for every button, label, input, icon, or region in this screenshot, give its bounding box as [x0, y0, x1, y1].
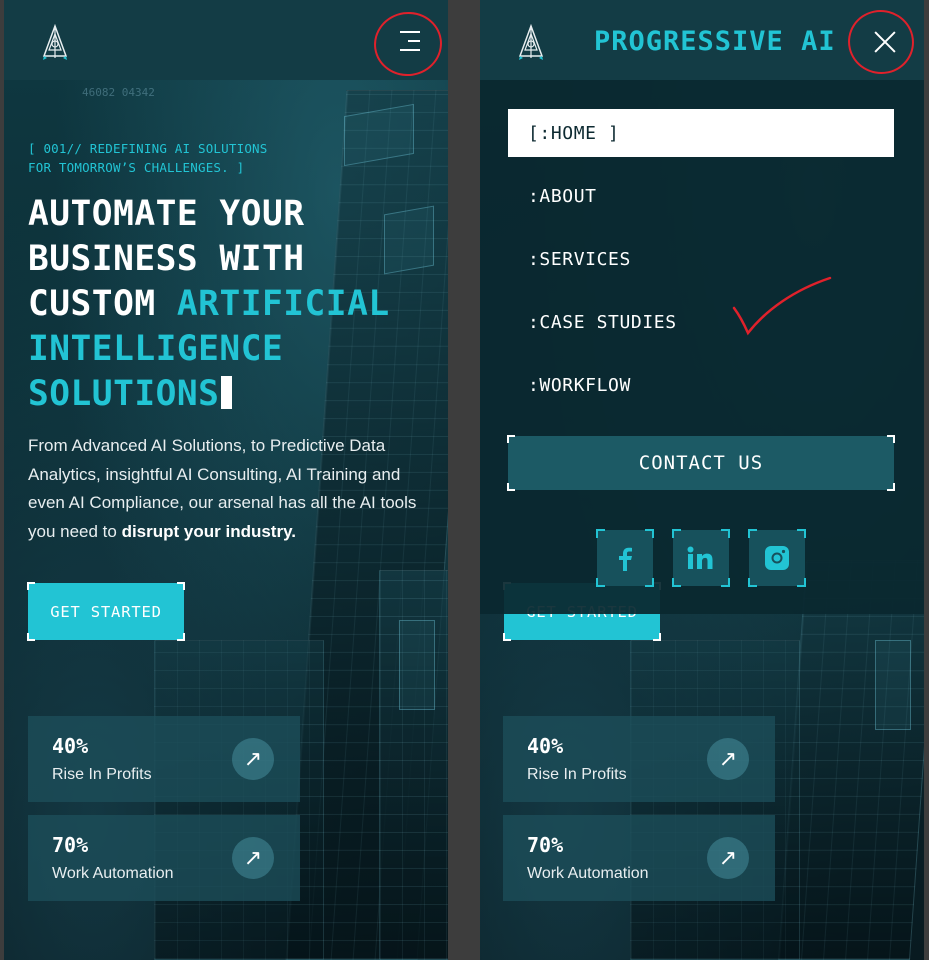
brand-title: PROGRESSIVE AI: [594, 26, 836, 57]
progressive-ai-logo-icon[interactable]: [40, 24, 70, 60]
menu-item-workflow[interactable]: :WORKFLOW: [508, 361, 894, 409]
stat-card-automation: 70% Work Automation ↗: [28, 815, 300, 901]
menu-item-home[interactable]: [:HOME ]: [508, 109, 894, 157]
phone-screen-left: 46082 04342 [ 001// REDEFINING AI SOLUTI…: [4, 0, 448, 960]
arrow-up-right-icon[interactable]: ↗: [707, 837, 749, 879]
site-header: PROGRESSIVE AI: [480, 0, 924, 80]
progressive-ai-logo-icon[interactable]: [516, 24, 546, 60]
menu-item-about[interactable]: :ABOUT: [508, 172, 894, 220]
linkedin-icon[interactable]: [672, 529, 730, 587]
hologram-panel: [399, 620, 435, 710]
stat-card-profits: 40% Rise In Profits ↗: [28, 716, 300, 802]
stat-label: Work Automation: [527, 865, 649, 882]
stat-value: 70%: [52, 833, 89, 857]
arrow-up-right-icon[interactable]: ↗: [707, 738, 749, 780]
stat-label: Rise In Profits: [52, 766, 152, 783]
navigation-menu: [:HOME ] :ABOUT :SERVICES :CASE STUDIES …: [480, 80, 924, 614]
deco-code-text: 46082 04342: [82, 86, 155, 99]
annotation-circle: [842, 4, 920, 80]
hero-description: From Advanced AI Solutions, to Predictiv…: [28, 432, 433, 546]
annotation-circle: [369, 7, 447, 81]
contact-us-label: CONTACT US: [638, 452, 764, 474]
hero-tagline: [ 001// REDEFINING AI SOLUTIONS FOR TOMO…: [28, 141, 268, 175]
facebook-icon[interactable]: [596, 529, 654, 587]
stat-label: Rise In Profits: [527, 766, 627, 783]
phone-screen-right: GET STARTED 40% Rise In Profits ↗ 70% Wo…: [480, 0, 924, 960]
contact-us-button[interactable]: CONTACT US: [507, 435, 895, 491]
arrow-up-right-icon[interactable]: ↗: [232, 738, 274, 780]
annotation-checkmark: [732, 276, 832, 336]
stat-value: 70%: [527, 833, 564, 857]
stat-value: 40%: [52, 734, 89, 758]
get-started-label: GET STARTED: [50, 602, 162, 621]
stat-value: 40%: [527, 734, 564, 758]
site-header: [4, 0, 448, 81]
stat-label: Work Automation: [52, 865, 174, 882]
text-cursor: [221, 376, 233, 409]
stat-card-profits: 40% Rise In Profits ↗: [503, 716, 775, 802]
hero-description-bold: disrupt your industry.: [121, 521, 296, 541]
stat-card-automation: 70% Work Automation ↗: [503, 815, 775, 901]
get-started-button[interactable]: GET STARTED: [27, 582, 185, 641]
hologram-panel: [875, 640, 911, 730]
instagram-icon[interactable]: [748, 529, 806, 587]
arrow-up-right-icon[interactable]: ↗: [232, 837, 274, 879]
hero-headline: AUTOMATE YOUR BUSINESS WITH CUSTOM ARTIF…: [28, 192, 438, 417]
